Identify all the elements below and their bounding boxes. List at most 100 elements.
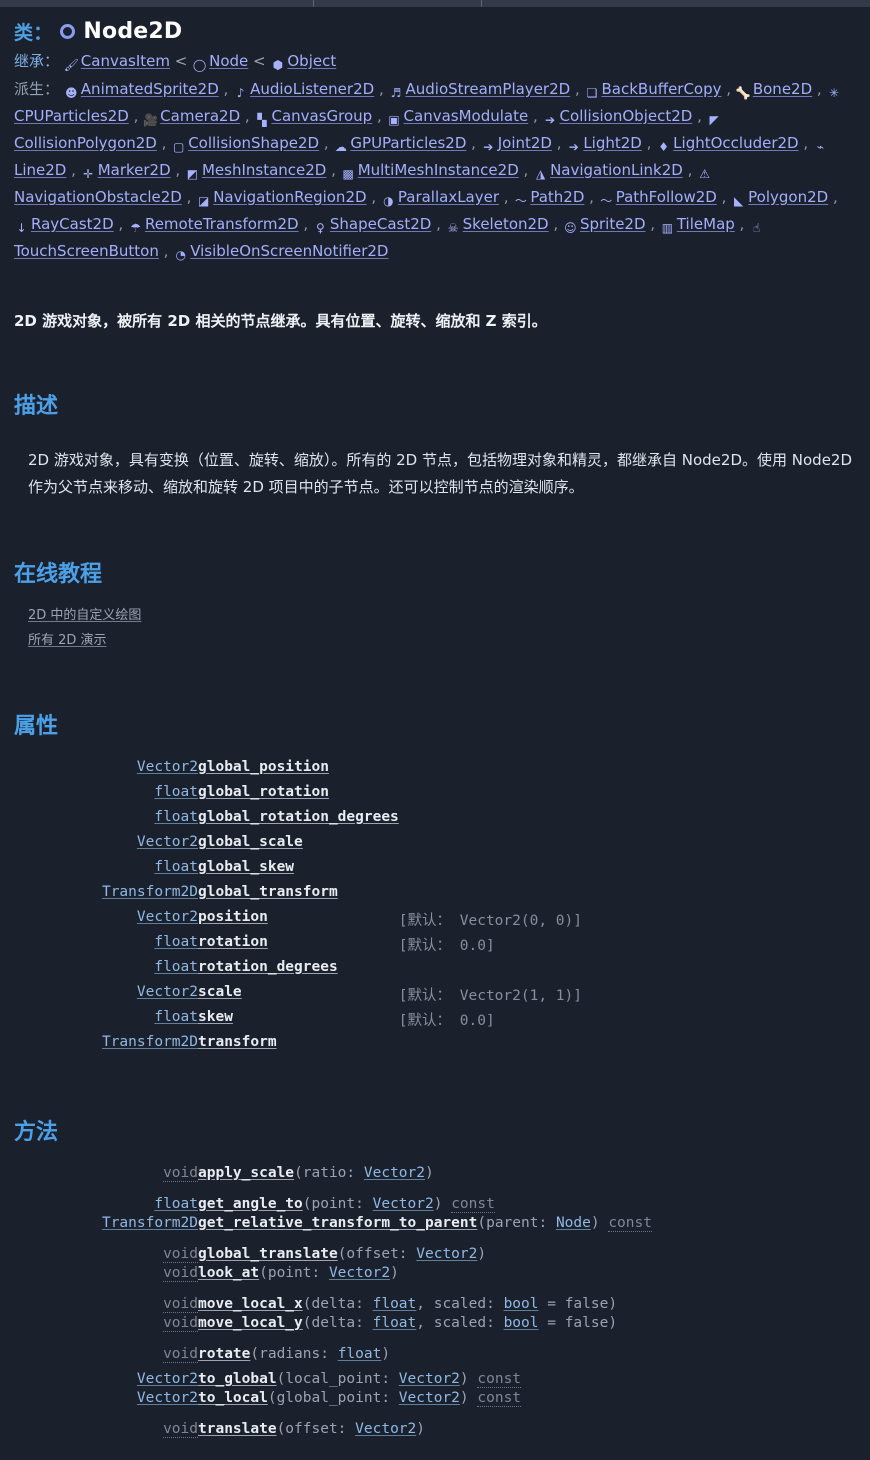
derived-link-visibleonscreennotifier2d[interactable]: VisibleOnScreenNotifier2D [190, 242, 388, 260]
arg-type-link[interactable]: float [338, 1346, 382, 1362]
return-type-link[interactable]: Transform2D [102, 1215, 198, 1231]
tutorial-link-0[interactable]: 2D 中的自定义绘图 [28, 603, 856, 628]
derived-link-cpuparticles2d[interactable]: CPUParticles2D [14, 107, 129, 125]
derived-link-navigationlink2d[interactable]: NavigationLink2D [550, 161, 683, 179]
arg-type-link[interactable]: Vector2 [355, 1421, 416, 1437]
arg-type-link[interactable]: Vector2 [373, 1196, 434, 1212]
method-link-to_global[interactable]: to_global [198, 1371, 277, 1387]
type-link[interactable]: float [154, 809, 198, 825]
method-link-look_at[interactable]: look_at [198, 1265, 259, 1281]
derived-link-navigationregion2d[interactable]: NavigationRegion2D [213, 188, 366, 206]
method-row: Vector2 to_global(local_point: Vector2) c… [14, 1365, 652, 1390]
method-link-get_angle_to[interactable]: get_angle_to [198, 1196, 303, 1212]
arg-type-link[interactable]: bool [504, 1296, 539, 1312]
derived-link-pathfollow2d[interactable]: PathFollow2D [616, 188, 717, 206]
inherits-link-canvasitem[interactable]: CanvasItem [81, 52, 170, 70]
property-link-global_transform[interactable]: global_transform [198, 884, 338, 900]
property-link-position[interactable]: position [198, 909, 268, 925]
method-link-get_relative_transform_to_parent[interactable]: get_relative_transform_to_parent [198, 1215, 477, 1231]
property-link-transform[interactable]: transform [198, 1034, 277, 1050]
derived-link-audiolistener2d[interactable]: AudioListener2D [250, 80, 374, 98]
type-link[interactable]: Transform2D [102, 1034, 198, 1050]
arg-type-link[interactable]: Vector2 [399, 1371, 460, 1387]
property-link-skew[interactable]: skew [198, 1009, 233, 1025]
tutorial-link-1[interactable]: 所有 2D 演示 [28, 628, 856, 653]
property-link-global_position[interactable]: global_position [198, 759, 329, 775]
derived-link-tilemap[interactable]: TileMap [677, 215, 735, 233]
type-link[interactable]: float [154, 959, 198, 975]
derived-link-navigationobstacle2d[interactable]: NavigationObstacle2D [14, 188, 182, 206]
derived-link-line2d[interactable]: Line2D [14, 161, 66, 179]
inheritance-line: 继承： 🖌 CanvasItem < ◯ Node < ⬢ Object [14, 48, 856, 75]
type-link[interactable]: Transform2D [102, 884, 198, 900]
property-link-global_scale[interactable]: global_scale [198, 834, 303, 850]
return-type-link[interactable]: Vector2 [137, 1390, 198, 1406]
derived-link-joint2d[interactable]: Joint2D [498, 134, 552, 152]
type-link[interactable]: Vector2 [137, 984, 198, 1000]
method-link-to_local[interactable]: to_local [198, 1390, 268, 1406]
derived-link-marker2d[interactable]: Marker2D [98, 161, 171, 179]
derived-link-animatedsprite2d[interactable]: AnimatedSprite2D [81, 80, 219, 98]
camera2d-icon: 🎥 [143, 113, 159, 127]
type-link[interactable]: float [154, 784, 198, 800]
derived-link-canvasmodulate[interactable]: CanvasModulate [404, 107, 529, 125]
derived-link-touchscreenbutton[interactable]: TouchScreenButton [14, 242, 159, 260]
derived-link-remotetransform2d[interactable]: RemoteTransform2D [145, 215, 299, 233]
return-type-link[interactable]: float [154, 1196, 198, 1212]
method-row: void rotate(radians: float) [14, 1340, 652, 1365]
method-link-translate[interactable]: translate [198, 1421, 277, 1437]
type-link[interactable]: float [154, 859, 198, 875]
derived-link-collisionpolygon2d[interactable]: CollisionPolygon2D [14, 134, 157, 152]
method-link-rotate[interactable]: rotate [198, 1346, 250, 1362]
property-link-global_rotation_degrees[interactable]: global_rotation_degrees [198, 809, 399, 825]
property-link-global_rotation[interactable]: global_rotation [198, 784, 329, 800]
method-link-move_local_x[interactable]: move_local_x [198, 1296, 303, 1312]
method-link-global_translate[interactable]: global_translate [198, 1246, 338, 1262]
derived-link-skeleton2d[interactable]: Skeleton2D [463, 215, 549, 233]
derived-link-multimeshinstance2d[interactable]: MultiMeshInstance2D [358, 161, 519, 179]
method-link-apply_scale[interactable]: apply_scale [198, 1165, 294, 1181]
derived-link-parallaxlayer[interactable]: ParallaxLayer [398, 188, 499, 206]
derived-link-bone2d[interactable]: Bone2D [753, 80, 812, 98]
arg-type-link[interactable]: Vector2 [416, 1246, 477, 1262]
inherits-link-node[interactable]: Node [209, 52, 248, 70]
derived-link-backbuffercopy[interactable]: BackBufferCopy [602, 80, 722, 98]
derived-link-audiostreamplayer2d[interactable]: AudioStreamPlayer2D [406, 80, 571, 98]
arg-type-link[interactable]: Vector2 [399, 1390, 460, 1406]
derived-link-light2d[interactable]: Light2D [583, 134, 642, 152]
property-link-global_skew[interactable]: global_skew [198, 859, 294, 875]
type-link[interactable]: float [154, 934, 198, 950]
return-type-link[interactable]: Vector2 [137, 1371, 198, 1387]
arg-type-link[interactable]: Node [556, 1215, 591, 1231]
derived-link-meshinstance2d[interactable]: MeshInstance2D [202, 161, 326, 179]
type-link[interactable]: Vector2 [137, 834, 198, 850]
property-link-scale[interactable]: scale [198, 984, 242, 1000]
type-link[interactable]: float [154, 1009, 198, 1025]
canvasgroup-icon: ▚ [257, 113, 267, 127]
audiolistener2d-icon: ♪ [236, 86, 245, 100]
type-link[interactable]: Vector2 [137, 759, 198, 775]
derived-link-raycast2d[interactable]: RayCast2D [31, 215, 114, 233]
derived-link-gpuparticles2d[interactable]: GPUParticles2D [350, 134, 466, 152]
property-link-rotation_degrees[interactable]: rotation_degrees [198, 959, 338, 975]
derived-link-lightoccluder2d[interactable]: LightOccluder2D [673, 134, 798, 152]
method-link-move_local_y[interactable]: move_local_y [198, 1315, 303, 1331]
derived-link-path2d[interactable]: Path2D [530, 188, 584, 206]
derived-link-shapecast2d[interactable]: ShapeCast2D [330, 215, 431, 233]
property-link-rotation[interactable]: rotation [198, 934, 268, 950]
arg-type-link[interactable]: bool [504, 1315, 539, 1331]
derived-link-collisionobject2d[interactable]: CollisionObject2D [560, 107, 693, 125]
method-return-cell: void [14, 1165, 198, 1190]
derived-link-sprite2d[interactable]: Sprite2D [580, 215, 646, 233]
inherits-link-object[interactable]: Object [287, 52, 336, 70]
derived-link-polygon2d[interactable]: Polygon2D [748, 188, 828, 206]
derived-link-canvasgroup[interactable]: CanvasGroup [271, 107, 372, 125]
arg-type-link[interactable]: float [373, 1296, 417, 1312]
derived-link-collisionshape2d[interactable]: CollisionShape2D [188, 134, 319, 152]
arg-type-link[interactable]: Vector2 [329, 1265, 390, 1281]
derived-link-camera2d[interactable]: Camera2D [160, 107, 240, 125]
arg-type-link[interactable]: float [373, 1315, 417, 1331]
titlebar-tick [313, 0, 314, 7]
type-link[interactable]: Vector2 [137, 909, 198, 925]
arg-type-link[interactable]: Vector2 [364, 1165, 425, 1181]
